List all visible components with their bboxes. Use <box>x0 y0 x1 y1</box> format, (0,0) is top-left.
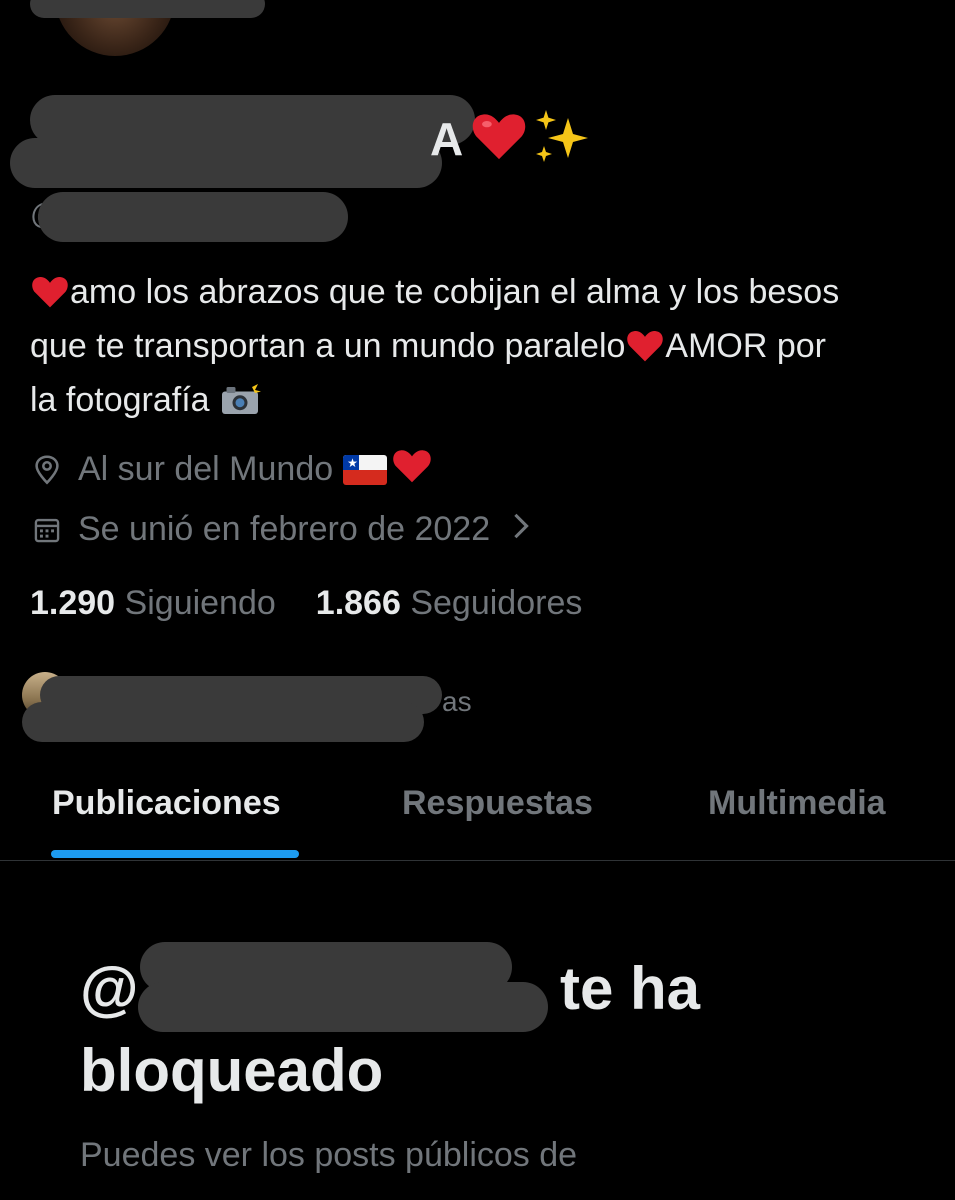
bio-text-2: que te transportan a un mundo paralelo <box>30 327 626 365</box>
location-text: Al sur del Mundo <box>78 450 334 488</box>
redaction-blocked-handle-2 <box>138 982 548 1032</box>
chevron-right-icon[interactable] <box>512 510 530 549</box>
profile-tabs: Publicaciones Respuestas Multimedia <box>0 762 955 861</box>
calendar-icon <box>32 515 62 545</box>
following-label: Siguiendo <box>124 584 276 622</box>
tab-respuestas[interactable]: Respuestas <box>402 784 593 823</box>
active-tab-indicator <box>51 850 299 858</box>
following-stat[interactable]: 1.290 Siguiendo <box>30 584 276 623</box>
bio-line-2: que te transportan a un mundo paralelo AM… <box>30 322 930 376</box>
blocked-title-at: @ <box>80 955 139 1022</box>
blocked-description: Puedes ver los posts públicos de <box>80 1136 578 1174</box>
bio-text-2-end: AMOR por <box>665 327 827 365</box>
chile-flag-icon: ★ <box>343 454 388 485</box>
heart-icon <box>470 108 528 167</box>
blocked-title-tail: te ha <box>560 955 701 1022</box>
sparkles-icon <box>532 106 596 175</box>
bio-text-1: amo los abrazos que te cobijan el alma y… <box>70 273 840 311</box>
bio-line-3: la fotografía <box>30 376 930 430</box>
redaction-handle <box>38 192 348 242</box>
followers-stat[interactable]: 1.866 Seguidores <box>316 584 583 623</box>
profile-stats: 1.290 Siguiendo 1.866 Seguidores <box>30 584 582 623</box>
heart-icon <box>625 327 665 376</box>
blocked-title-line2: bloqueado <box>80 1037 384 1104</box>
redaction-display-name-2 <box>10 138 442 188</box>
profile-bio: amo los abrazos que te cobijan el alma y… <box>30 268 930 430</box>
profile-location: Al sur del Mundo ★ <box>32 446 433 493</box>
redaction-followed-by-2 <box>22 702 424 742</box>
joined-text: Se unió en febrero de 2022 <box>78 510 491 548</box>
tab-publicaciones[interactable]: Publicaciones <box>52 784 281 823</box>
display-name-tail: A <box>430 113 466 165</box>
followers-count: 1.866 <box>315 584 401 622</box>
bio-line-1: amo los abrazos que te cobijan el alma y… <box>30 268 930 322</box>
bio-text-3: la fotografía <box>30 381 210 419</box>
following-count: 1.290 <box>30 584 116 622</box>
profile-joined[interactable]: Se unió en febrero de 2022 <box>32 510 530 549</box>
location-pin-icon <box>32 454 62 485</box>
heart-icon <box>30 273 70 322</box>
followed-by-tail: as <box>442 686 472 717</box>
redaction-top <box>30 0 265 18</box>
heart-icon <box>391 446 433 493</box>
camera-flash-icon <box>219 381 262 430</box>
followers-label: Seguidores <box>410 584 583 622</box>
tab-multimedia[interactable]: Multimedia <box>708 784 886 823</box>
